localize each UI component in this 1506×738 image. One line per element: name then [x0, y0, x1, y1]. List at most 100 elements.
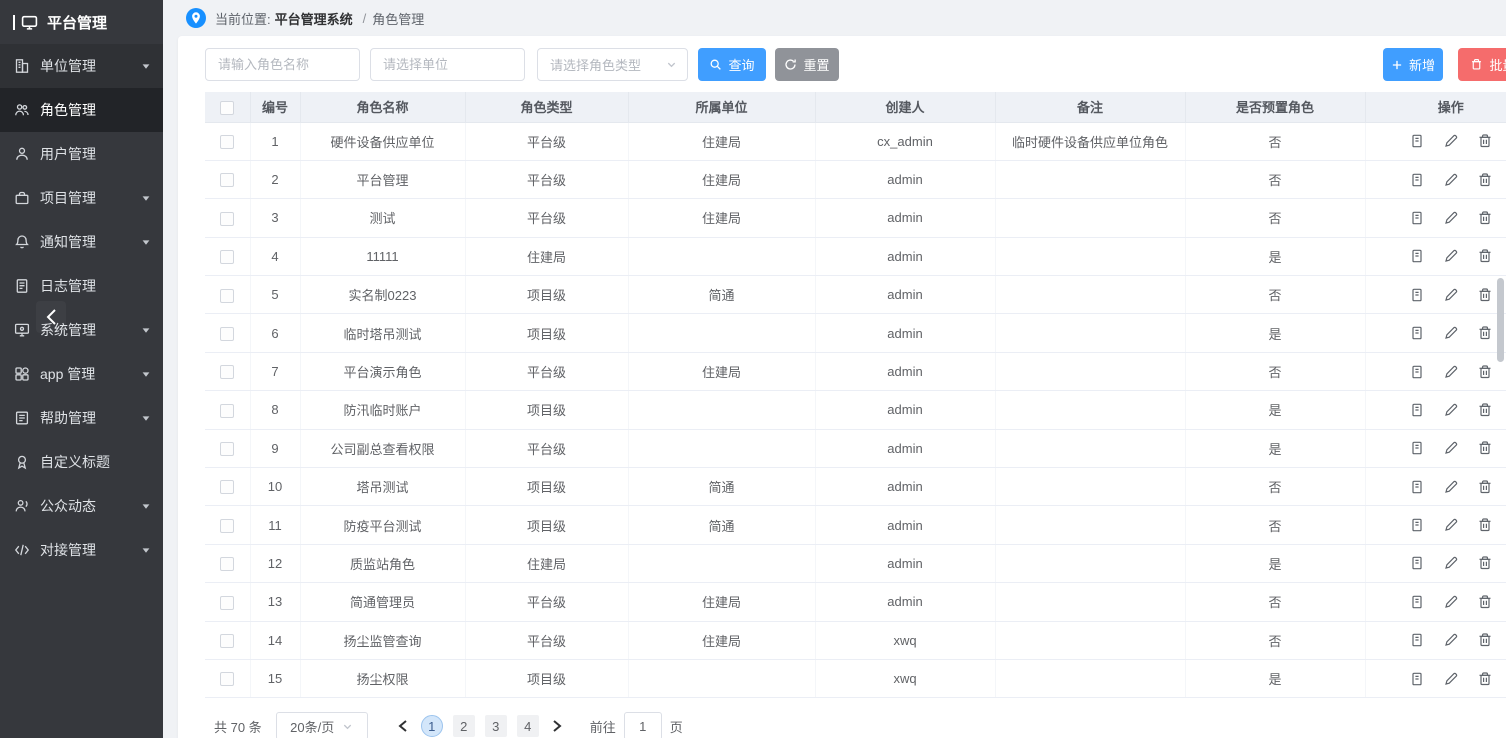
delete-icon[interactable] — [1477, 210, 1493, 226]
table-row: 6临时塔吊测试项目级admin是 — [205, 314, 1506, 352]
edit-icon[interactable] — [1443, 210, 1459, 226]
sidebar-item-notice[interactable]: 通知管理 — [0, 220, 163, 264]
delete-icon[interactable] — [1477, 440, 1493, 456]
delete-icon[interactable] — [1477, 594, 1493, 610]
delete-icon[interactable] — [1477, 287, 1493, 303]
detail-icon[interactable] — [1409, 632, 1425, 648]
unit-input[interactable] — [370, 48, 525, 81]
cell-id: 4 — [250, 237, 300, 275]
row-checkbox[interactable] — [220, 135, 234, 149]
delete-icon[interactable] — [1477, 517, 1493, 533]
edit-icon[interactable] — [1443, 440, 1459, 456]
sidebar-item-log[interactable]: 日志管理 — [0, 264, 163, 308]
row-checkbox[interactable] — [220, 327, 234, 341]
detail-icon[interactable] — [1409, 555, 1425, 571]
page-size-select[interactable]: 20条/页 — [276, 712, 368, 738]
edit-icon[interactable] — [1443, 364, 1459, 380]
add-button[interactable]: 新增 — [1383, 48, 1443, 81]
goto-page-input[interactable] — [624, 712, 662, 738]
detail-icon[interactable] — [1409, 517, 1425, 533]
edit-icon[interactable] — [1443, 325, 1459, 341]
row-checkbox[interactable] — [220, 173, 234, 187]
pagination-page-1[interactable]: 1 — [421, 715, 443, 737]
edit-icon[interactable] — [1443, 632, 1459, 648]
delete-icon[interactable] — [1477, 248, 1493, 264]
batch-delete-button[interactable]: 批量删除 — [1458, 48, 1506, 81]
row-checkbox[interactable] — [220, 289, 234, 303]
detail-icon[interactable] — [1409, 287, 1425, 303]
row-checkbox[interactable] — [220, 480, 234, 494]
edit-icon[interactable] — [1443, 172, 1459, 188]
sidebar-item-public[interactable]: 公众动态 — [0, 484, 163, 528]
delete-icon[interactable] — [1477, 364, 1493, 380]
delete-icon[interactable] — [1477, 402, 1493, 418]
row-checkbox[interactable] — [220, 212, 234, 226]
cell-creator: xwq — [815, 659, 995, 697]
detail-icon[interactable] — [1409, 402, 1425, 418]
sidebar-item-app[interactable]: app 管理 — [0, 352, 163, 396]
cell-preset: 否 — [1185, 199, 1365, 237]
edit-icon[interactable] — [1443, 133, 1459, 149]
delete-icon[interactable] — [1477, 133, 1493, 149]
detail-icon[interactable] — [1409, 325, 1425, 341]
reset-button[interactable]: 重置 — [775, 48, 839, 81]
delete-icon[interactable] — [1477, 555, 1493, 571]
edit-icon[interactable] — [1443, 287, 1459, 303]
delete-icon[interactable] — [1477, 632, 1493, 648]
sidebar-item-connect[interactable]: 对接管理 — [0, 528, 163, 572]
row-checkbox[interactable] — [220, 404, 234, 418]
row-checkbox[interactable] — [220, 519, 234, 533]
row-checkbox[interactable] — [220, 442, 234, 456]
sidebar-item-custom[interactable]: 自定义标题 — [0, 440, 163, 484]
edit-icon[interactable] — [1443, 555, 1459, 571]
edit-icon[interactable] — [1443, 671, 1459, 687]
row-checkbox[interactable] — [220, 557, 234, 571]
pagination-page-2[interactable]: 2 — [453, 715, 475, 737]
edit-icon[interactable] — [1443, 594, 1459, 610]
role-type-select[interactable]: 请选择角色类型 — [537, 48, 688, 81]
row-checkbox[interactable] — [220, 365, 234, 379]
delete-icon[interactable] — [1477, 671, 1493, 687]
sidebar-item-role[interactable]: 角色管理 — [0, 88, 163, 132]
detail-icon[interactable] — [1409, 364, 1425, 380]
search-button[interactable]: 查询 — [698, 48, 766, 81]
sidebar-item-project[interactable]: 项目管理 — [0, 176, 163, 220]
table-row: 9公司副总查看权限平台级admin是 — [205, 429, 1506, 467]
detail-icon[interactable] — [1409, 594, 1425, 610]
detail-icon[interactable] — [1409, 479, 1425, 495]
pagination-page-4[interactable]: 4 — [517, 715, 539, 737]
detail-icon[interactable] — [1409, 210, 1425, 226]
delete-icon[interactable] — [1477, 172, 1493, 188]
delete-icon[interactable] — [1477, 325, 1493, 341]
edit-icon[interactable] — [1443, 517, 1459, 533]
select-all-checkbox[interactable] — [220, 101, 234, 115]
cell-role-type: 平台级 — [465, 122, 628, 160]
table-header-row: 编号 角色名称 角色类型 所属单位 创建人 备注 是否预置角色 操作 — [205, 92, 1506, 122]
role-name-input[interactable] — [205, 48, 360, 81]
pagination-next-button[interactable] — [544, 713, 570, 738]
vertical-scrollbar-thumb[interactable] — [1497, 278, 1504, 362]
header-operations: 操作 — [1365, 92, 1506, 122]
sidebar-item-system[interactable]: 系统管理 — [0, 308, 163, 352]
sidebar-collapse-button[interactable] — [36, 301, 66, 333]
row-checkbox[interactable] — [220, 672, 234, 686]
row-checkbox[interactable] — [220, 634, 234, 648]
detail-icon[interactable] — [1409, 133, 1425, 149]
breadcrumb-root[interactable]: 平台管理系统 — [275, 9, 353, 28]
detail-icon[interactable] — [1409, 172, 1425, 188]
edit-icon[interactable] — [1443, 248, 1459, 264]
sidebar-item-unit[interactable]: 单位管理 — [0, 44, 163, 88]
detail-icon[interactable] — [1409, 440, 1425, 456]
pagination-prev-button[interactable] — [390, 713, 416, 738]
detail-icon[interactable] — [1409, 671, 1425, 687]
cell-remark — [995, 621, 1185, 659]
sidebar-item-user[interactable]: 用户管理 — [0, 132, 163, 176]
row-checkbox[interactable] — [220, 250, 234, 264]
edit-icon[interactable] — [1443, 402, 1459, 418]
sidebar-item-help[interactable]: 帮助管理 — [0, 396, 163, 440]
delete-icon[interactable] — [1477, 479, 1493, 495]
pagination-page-3[interactable]: 3 — [485, 715, 507, 737]
detail-icon[interactable] — [1409, 248, 1425, 264]
row-checkbox[interactable] — [220, 596, 234, 610]
edit-icon[interactable] — [1443, 479, 1459, 495]
